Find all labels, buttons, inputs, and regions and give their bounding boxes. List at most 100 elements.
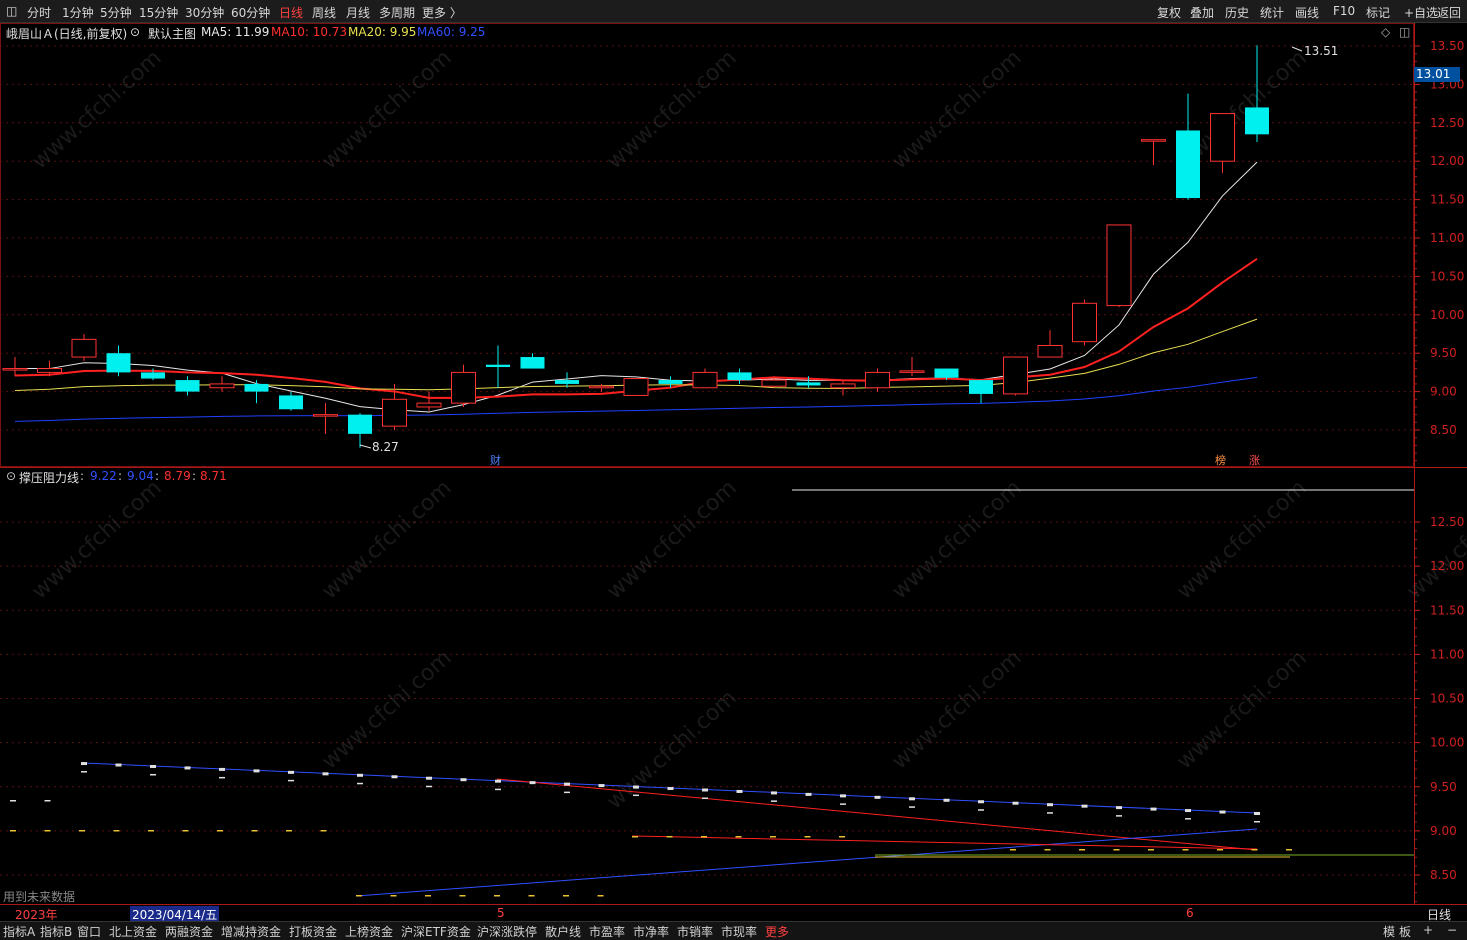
candle-up — [761, 379, 787, 387]
candle-up — [589, 385, 614, 389]
level-dot — [633, 794, 639, 797]
bottom-control-3[interactable]: − — [1447, 923, 1457, 937]
indicator-tab-11[interactable]: 市盈率 — [589, 923, 625, 940]
indicator-tab-13[interactable]: 市销率 — [677, 923, 713, 940]
level-dot — [839, 836, 845, 838]
candle-up — [382, 398, 407, 427]
level-dot — [253, 769, 260, 773]
level-dot — [357, 782, 363, 785]
candle-down — [141, 372, 165, 379]
colon-sep: : — [118, 469, 123, 483]
level-dot — [495, 788, 501, 791]
candle-down — [969, 380, 993, 394]
support-trend-red — [631, 835, 1258, 850]
candle-up — [451, 371, 476, 404]
watermark: www.cfchi.com — [27, 476, 166, 605]
indicator-tab-1[interactable]: 指标B — [40, 923, 72, 940]
low-price-label: 8.27 — [372, 440, 399, 454]
indicator-tab-6[interactable]: 打板资金 — [289, 923, 337, 940]
sub-tick-label: 12.00 — [1430, 559, 1464, 573]
candle-up — [865, 371, 890, 389]
indicator-tab-0[interactable]: 指标A — [3, 923, 35, 940]
candle-down — [106, 353, 131, 373]
indicator-tabs: 指标A 指标B 窗口 北上资金 两融资金 增减持资金 打板资金 上榜资金 沪深ETF资金 沪深涨跌… — [0, 921, 1467, 940]
watermark: www.cfchi.com — [1172, 476, 1311, 605]
level-dot — [840, 794, 846, 798]
indicator-tab-15[interactable]: 更多 — [765, 923, 789, 940]
price-axis: 13.5013.0012.5012.0011.5011.0010.5010.00… — [1414, 39, 1464, 462]
candle-down — [555, 380, 579, 384]
level-dot — [10, 830, 16, 832]
level-dot — [460, 778, 467, 782]
level-dot — [495, 779, 501, 783]
watermark: www.cfchi.com — [27, 46, 166, 175]
watermark: www.cfchi.com — [317, 476, 456, 605]
level-dot — [735, 836, 742, 838]
level-dot — [219, 776, 225, 779]
sub-settings-icon[interactable]: ⊙ — [6, 469, 16, 483]
level-dot — [322, 772, 329, 776]
level-dot — [770, 836, 776, 838]
level-dot — [320, 830, 327, 832]
colon-sep: : — [155, 469, 160, 483]
indicator-tab-7[interactable]: 上榜资金 — [345, 923, 393, 940]
indicator-tab-14[interactable]: 市现率 — [721, 923, 757, 940]
candle-up — [692, 371, 718, 389]
indicator-tab-5[interactable]: 增减持资金 — [221, 923, 281, 940]
candle-down — [520, 357, 545, 369]
level-dot — [771, 791, 777, 795]
sub-tick-label: 12.50 — [1430, 515, 1464, 529]
price-tick-label: 11.00 — [1430, 231, 1464, 245]
level-dot — [804, 836, 811, 838]
candle-up — [209, 383, 235, 389]
sub-tick-label: 9.50 — [1430, 780, 1457, 794]
level-dot — [564, 791, 570, 794]
sub-value-4: 8.71 — [200, 469, 227, 483]
level-dot — [529, 781, 536, 785]
level-dot — [978, 800, 984, 804]
watermark: www.cfchi.com — [1172, 646, 1311, 775]
limit-up-marker[interactable]: 涨 — [1249, 452, 1260, 468]
candle-down — [727, 372, 752, 381]
indicator-tab-4[interactable]: 两融资金 — [165, 923, 213, 940]
indicator-tab-3[interactable]: 北上资金 — [109, 923, 157, 940]
indicator-tab-12[interactable]: 市净率 — [633, 923, 669, 940]
month-5-label: 5 — [497, 906, 505, 920]
level-dot — [391, 775, 398, 779]
level-dot — [702, 797, 708, 799]
indicator-tab-8[interactable]: 沪深ETF资金 — [401, 923, 471, 940]
price-tick-label: 13.50 — [1430, 39, 1464, 53]
level-dot — [356, 895, 362, 897]
indicator-tab-2[interactable]: 窗口 — [77, 923, 101, 940]
watermark: www.cfchi.com — [602, 476, 741, 605]
finance-marker[interactable]: 财 — [490, 452, 501, 468]
level-dot — [1010, 849, 1016, 851]
level-dot — [1150, 807, 1157, 811]
level-dot — [1254, 821, 1260, 823]
current-price-tag: 13.01 — [1414, 67, 1460, 82]
level-dot — [633, 785, 639, 789]
level-dot — [1185, 818, 1191, 820]
level-dot — [1254, 812, 1260, 815]
level-dot — [1047, 803, 1053, 807]
indicator-tab-9[interactable]: 沪深涨跌停 — [477, 923, 537, 940]
indicator-tab-10[interactable]: 散户线 — [545, 923, 581, 940]
candle-down — [796, 382, 821, 386]
date-bar: 2023年 2023/04/14/五 5 6 日线 — [0, 905, 1467, 923]
level-dot — [1012, 801, 1019, 805]
level-dot — [182, 830, 189, 832]
resistance-trend-red — [496, 778, 1258, 851]
bottom-control-1[interactable]: 板 — [1399, 923, 1411, 940]
level-dot — [1217, 849, 1223, 851]
level-dot — [702, 788, 708, 792]
bottom-control-0[interactable]: 模 — [1383, 923, 1395, 940]
bottom-control-2[interactable]: + — [1423, 923, 1433, 937]
level-dot — [217, 830, 223, 832]
level-dot — [113, 830, 120, 832]
level-dot — [288, 779, 294, 782]
support-resistance-lines — [10, 489, 1414, 897]
ranking-marker[interactable]: 榜 — [1215, 452, 1226, 468]
sub-indicator-name[interactable]: 撑压阻力线 — [19, 469, 79, 486]
sub-tick-label: 10.50 — [1430, 692, 1464, 706]
level-dot — [1185, 809, 1191, 813]
